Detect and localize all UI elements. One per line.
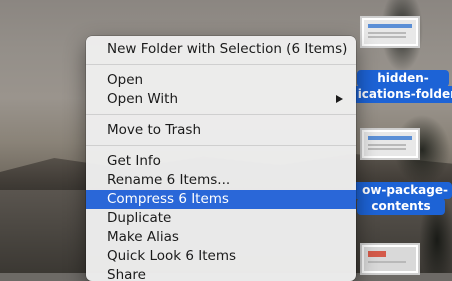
menu-item-compress[interactable]: Compress 6 Items <box>86 190 356 209</box>
menu-item-label: Compress 6 Items <box>107 191 229 207</box>
menu-item-open-with[interactable]: Open With <box>86 90 356 109</box>
menu-item-label: Share <box>107 267 146 281</box>
thumbnail-row <box>368 148 406 150</box>
menu-item-duplicate[interactable]: Duplicate <box>86 209 356 228</box>
menu-separator <box>86 145 356 146</box>
menu-item-label: New Folder with Selection (6 Items) <box>107 41 348 57</box>
menu-item-new-folder-with-selection[interactable]: New Folder with Selection (6 Items) <box>86 40 356 59</box>
thumbnail-row <box>368 32 406 34</box>
file-label-show-package-line2[interactable]: contents <box>357 198 445 215</box>
menu-item-share[interactable]: Share <box>86 266 356 281</box>
thumbnail-row <box>368 261 406 263</box>
file-label-hidden-folder[interactable]: hidden- <box>357 70 449 87</box>
context-menu: New Folder with Selection (6 Items) Open… <box>86 36 356 281</box>
file-label-line-2: ications-folder <box>357 87 452 101</box>
menu-item-label: Rename 6 Items... <box>107 172 231 188</box>
menu-item-move-to-trash[interactable]: Move to Trash <box>86 121 356 140</box>
menu-item-open[interactable]: Open <box>86 71 356 90</box>
menu-item-quick-look[interactable]: Quick Look 6 Items <box>86 247 356 266</box>
thumbnail-red-header <box>368 251 386 257</box>
file-thumbnail-1[interactable] <box>362 18 418 46</box>
thumbnail-toolbar <box>368 136 412 140</box>
thumbnail-toolbar <box>368 24 412 28</box>
menu-item-label: Get Info <box>107 153 161 169</box>
menu-item-label: Duplicate <box>107 210 172 226</box>
file-label-line-1: ow-package- <box>362 183 448 197</box>
menu-item-label: Open <box>107 72 144 88</box>
file-label-show-package[interactable]: ow-package- <box>352 182 452 199</box>
menu-item-make-alias[interactable]: Make Alias <box>86 228 356 247</box>
menu-separator <box>86 64 356 65</box>
menu-item-get-info[interactable]: Get Info <box>86 152 356 171</box>
menu-item-label: Open With <box>107 91 179 107</box>
file-label-hidden-folder-line2[interactable]: ications-folder <box>352 86 452 103</box>
thumbnail-row <box>368 36 406 38</box>
file-label-line-2: contents <box>371 199 431 213</box>
file-thumbnail-3[interactable] <box>362 245 418 273</box>
chevron-right-icon <box>336 95 343 103</box>
menu-item-rename[interactable]: Rename 6 Items... <box>86 171 356 190</box>
menu-item-label: Move to Trash <box>107 122 202 138</box>
menu-separator <box>86 114 356 115</box>
menu-item-label: Quick Look 6 Items <box>107 248 237 264</box>
thumbnail-row <box>368 144 406 146</box>
file-label-line-1: hidden- <box>377 71 429 85</box>
menu-item-label: Make Alias <box>107 229 179 245</box>
file-thumbnail-2[interactable] <box>362 130 418 158</box>
